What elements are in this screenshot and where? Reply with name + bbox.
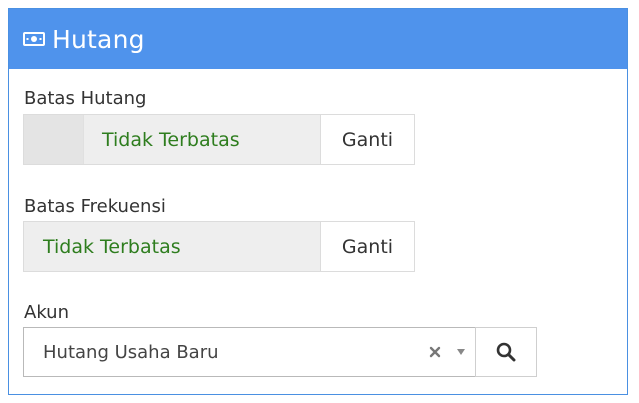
batas-frekuensi-value: Tidak Terbatas bbox=[24, 222, 320, 271]
batas-hutang-addon bbox=[24, 115, 84, 164]
akun-search-button[interactable] bbox=[475, 327, 537, 377]
batas-frekuensi-change-button[interactable]: Ganti bbox=[320, 222, 414, 271]
clear-x-icon[interactable] bbox=[428, 345, 442, 359]
batas-hutang-label: Batas Hutang bbox=[24, 88, 147, 109]
batas-hutang-value: Tidak Terbatas bbox=[84, 115, 320, 164]
search-icon bbox=[496, 342, 516, 362]
hutang-panel: Hutang Batas Hutang Tidak Terbatas Ganti… bbox=[8, 8, 628, 395]
batas-frekuensi-group: Tidak Terbatas Ganti bbox=[23, 221, 415, 272]
batas-frekuensi-label: Batas Frekuensi bbox=[24, 196, 166, 217]
caret-down-icon[interactable] bbox=[456, 348, 466, 356]
batas-hutang-change-button[interactable]: Ganti bbox=[320, 115, 414, 164]
batas-hutang-group: Tidak Terbatas Ganti bbox=[23, 114, 415, 165]
akun-selected-value: Hutang Usaha Baru bbox=[43, 341, 219, 363]
akun-select[interactable]: Hutang Usaha Baru bbox=[23, 327, 476, 377]
money-bill-icon bbox=[23, 31, 45, 47]
panel-header: Hutang bbox=[9, 9, 627, 69]
akun-label: Akun bbox=[24, 302, 69, 323]
panel-title: Hutang bbox=[52, 24, 145, 54]
